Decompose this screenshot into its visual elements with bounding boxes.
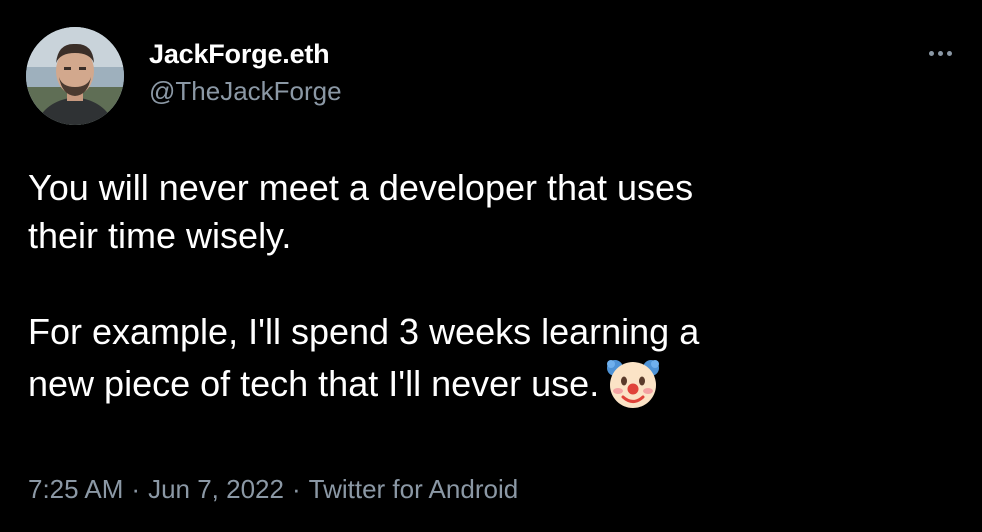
tweet-text-line: For example, I'll spend 3 weeks learning…	[28, 311, 700, 352]
tweet-date[interactable]: Jun 7, 2022	[148, 474, 284, 504]
tweet-text-line-with-emoji: new piece of tech that I'll never use.	[28, 356, 958, 410]
clown-face-emoji-icon	[605, 356, 661, 410]
tweet-text: You will never meet a developer that use…	[28, 164, 958, 410]
avatar-photo	[26, 27, 124, 125]
tweet-text-line: You will never meet a developer that use…	[28, 167, 694, 208]
avatar[interactable]	[26, 27, 124, 125]
tweet-time[interactable]: 7:25 AM	[28, 474, 123, 504]
tweet-card: JackForge.eth @TheJackForge You will nev…	[0, 0, 982, 532]
author-display-name[interactable]: JackForge.eth	[149, 38, 342, 70]
more-options-icon	[927, 50, 954, 56]
meta-separator: ·	[131, 474, 141, 504]
author-handle[interactable]: @TheJackForge	[149, 74, 342, 108]
meta-separator: ·	[291, 474, 301, 504]
more-options-button[interactable]	[918, 38, 962, 68]
tweet-meta: 7:25 AM · Jun 7, 2022 · Twitter for Android	[28, 473, 518, 505]
tweet-source[interactable]: Twitter for Android	[309, 474, 519, 504]
tweet-text-line: their time wisely.	[28, 215, 292, 256]
tweet-text-line: new piece of tech that I'll never use.	[28, 363, 600, 404]
author-info: JackForge.eth @TheJackForge	[149, 38, 342, 108]
